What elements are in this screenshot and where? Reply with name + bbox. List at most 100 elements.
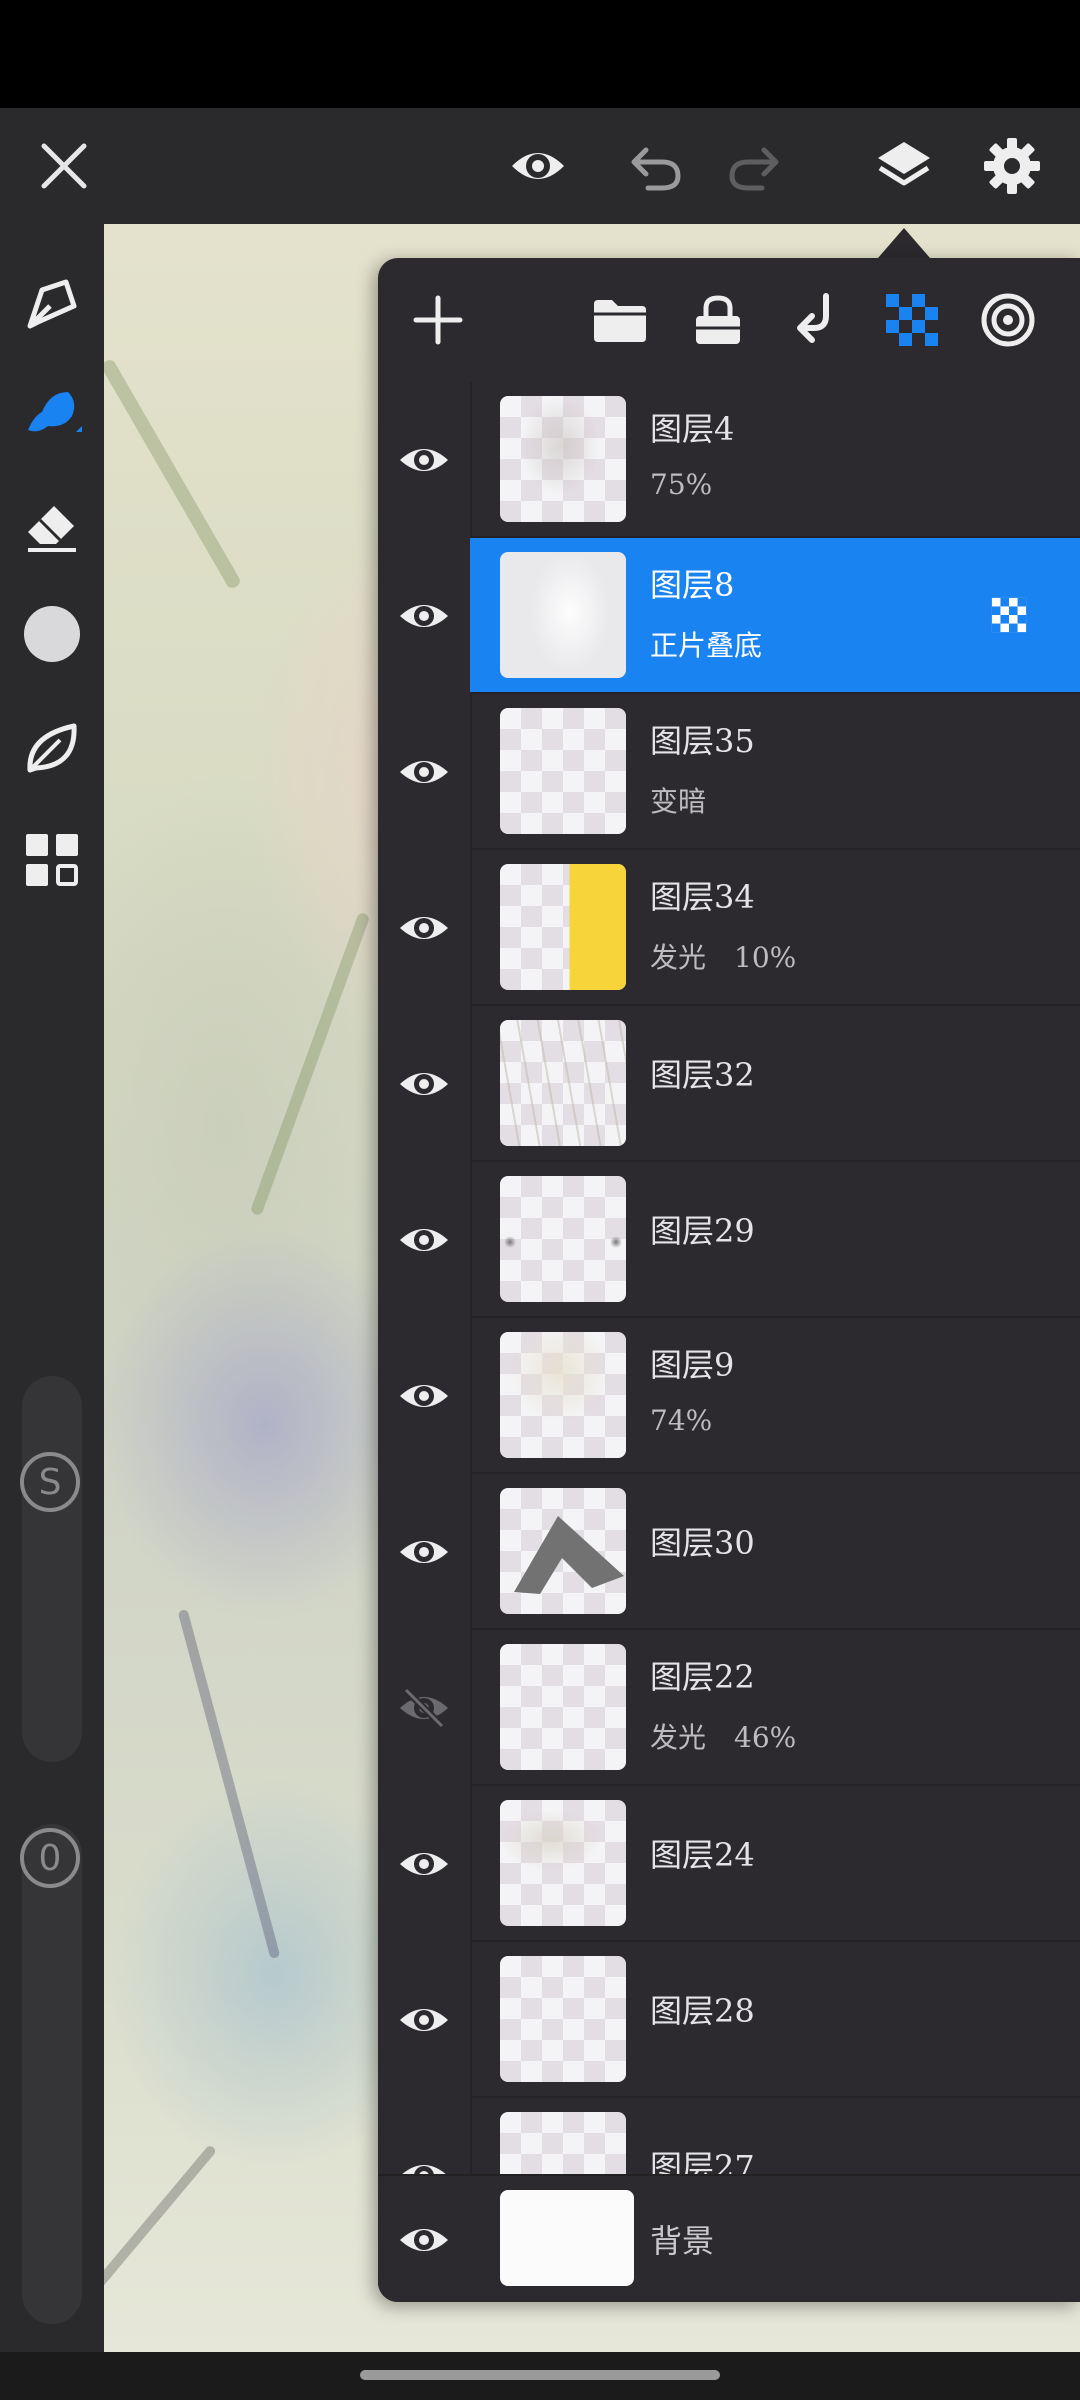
eye-icon bbox=[400, 1073, 448, 1095]
visibility-toggle[interactable] bbox=[378, 1162, 472, 1318]
visibility-toggle[interactable] bbox=[378, 382, 472, 538]
opacity-slider[interactable] bbox=[22, 1824, 82, 2324]
top-toolbar bbox=[0, 108, 1080, 224]
preview-button[interactable] bbox=[500, 128, 576, 204]
liquify-tool-button[interactable] bbox=[14, 710, 90, 786]
layer-body-selected[interactable]: 图层8 正片叠底 bbox=[470, 538, 1080, 694]
layer-name: 图层29 bbox=[650, 1212, 755, 1250]
layer-body[interactable]: 图层32 bbox=[470, 1006, 1080, 1162]
visibility-toggle[interactable] bbox=[378, 694, 472, 850]
smudge-brush-icon bbox=[28, 392, 82, 432]
folder-icon bbox=[594, 300, 646, 342]
visibility-toggle[interactable] bbox=[378, 1318, 472, 1474]
system-nav-bar bbox=[0, 2352, 1080, 2400]
brush-size-knob[interactable]: S bbox=[20, 1452, 80, 1512]
background-layer-row[interactable]: 背景 bbox=[378, 2174, 1080, 2302]
undo-button[interactable] bbox=[618, 128, 694, 204]
brush-tool-button[interactable] bbox=[14, 376, 90, 452]
home-indicator[interactable] bbox=[360, 2370, 720, 2380]
eye-icon bbox=[400, 449, 448, 471]
eye-icon bbox=[400, 1385, 448, 1407]
layer-mask-button[interactable] bbox=[970, 282, 1046, 358]
lock-layer-button[interactable] bbox=[680, 282, 756, 358]
merge-down-button[interactable] bbox=[778, 282, 854, 358]
layer-body[interactable]: 图层4 75% bbox=[470, 382, 1080, 538]
opacity-knob[interactable]: 0 bbox=[20, 1828, 80, 1888]
eye-icon bbox=[400, 2229, 448, 2251]
gear-icon bbox=[984, 138, 1040, 194]
gallery-button[interactable] bbox=[14, 822, 90, 898]
pen-tool-button[interactable] bbox=[14, 266, 90, 342]
layer-row[interactable]: 图层22 发光 46% bbox=[378, 1630, 1080, 1786]
eye-icon bbox=[512, 153, 564, 179]
visibility-toggle[interactable] bbox=[378, 1630, 472, 1786]
layer-body[interactable]: 图层22 发光 46% bbox=[470, 1630, 1080, 1786]
checker-icon bbox=[886, 294, 938, 346]
add-layer-button[interactable] bbox=[400, 282, 476, 358]
visibility-toggle[interactable] bbox=[378, 1942, 472, 2098]
color-button[interactable] bbox=[14, 596, 90, 672]
layer-list[interactable]: 图层4 75% 图层8 正片叠底 图层35 变暗 图层34 发光 10% 图层3… bbox=[378, 382, 1080, 2174]
checker-icon bbox=[991, 597, 1027, 633]
visibility-toggle[interactable] bbox=[378, 2098, 472, 2174]
visibility-toggle[interactable] bbox=[378, 850, 472, 1006]
layer-row[interactable]: 图层34 发光 10% bbox=[378, 850, 1080, 1006]
layer-row[interactable]: 图层9 74% bbox=[378, 1318, 1080, 1474]
layer-row[interactable]: 图层8 正片叠底 bbox=[378, 538, 1080, 694]
layer-body[interactable]: 图层27 bbox=[470, 2098, 1080, 2174]
layer-body[interactable]: 图层30 bbox=[470, 1474, 1080, 1630]
lock-icon bbox=[696, 295, 740, 344]
eraser-tool-button[interactable] bbox=[14, 486, 90, 562]
layer-row[interactable]: 图层27 bbox=[378, 2098, 1080, 2174]
layer-blend-info: 74% bbox=[650, 1404, 713, 1437]
layer-name: 图层8 bbox=[650, 566, 735, 604]
eye-icon bbox=[400, 1229, 448, 1251]
layer-row[interactable]: 图层30 bbox=[378, 1474, 1080, 1630]
layer-row[interactable]: 图层24 bbox=[378, 1786, 1080, 1942]
close-icon bbox=[41, 143, 87, 189]
background-color-swatch[interactable] bbox=[500, 2190, 634, 2286]
layer-name: 图层9 bbox=[650, 1346, 735, 1384]
eye-icon bbox=[400, 917, 448, 939]
eye-icon bbox=[400, 1541, 448, 1563]
layers-panel-toolbar bbox=[378, 258, 1080, 382]
layer-name: 图层34 bbox=[650, 878, 755, 916]
visibility-toggle[interactable] bbox=[378, 2176, 470, 2302]
redo-button[interactable] bbox=[716, 128, 792, 204]
visibility-toggle[interactable] bbox=[378, 1786, 472, 1942]
layers-icon bbox=[878, 142, 930, 186]
new-folder-button[interactable] bbox=[582, 282, 658, 358]
color-circle-icon bbox=[24, 606, 80, 662]
layer-body[interactable]: 图层35 变暗 bbox=[470, 694, 1080, 850]
eye-icon bbox=[400, 1853, 448, 1875]
layer-thumbnail bbox=[500, 1956, 626, 2082]
merge-down-icon bbox=[797, 293, 829, 343]
close-button[interactable] bbox=[26, 128, 102, 204]
brush-size-slider[interactable] bbox=[22, 1376, 82, 1762]
visibility-toggle[interactable] bbox=[378, 1006, 472, 1162]
layer-body[interactable]: 图层24 bbox=[470, 1786, 1080, 1942]
layers-panel: 图层4 75% 图层8 正片叠底 图层35 变暗 图层34 发光 10% 图层3… bbox=[378, 258, 1080, 2302]
layer-thumbnail bbox=[500, 1644, 626, 1770]
layer-body[interactable]: 图层28 bbox=[470, 1942, 1080, 2098]
layer-body[interactable]: 图层9 74% bbox=[470, 1318, 1080, 1474]
eye-icon bbox=[402, 2165, 446, 2174]
layer-row[interactable]: 图层28 bbox=[378, 1942, 1080, 2098]
layer-thumbnail bbox=[500, 2112, 626, 2174]
layer-row[interactable]: 图层4 75% bbox=[378, 382, 1080, 538]
layer-row[interactable]: 图层29 bbox=[378, 1162, 1080, 1318]
visibility-toggle[interactable] bbox=[378, 1474, 472, 1630]
layer-thumbnail bbox=[500, 396, 626, 522]
visibility-toggle[interactable] bbox=[378, 538, 472, 694]
layer-body[interactable]: 图层29 bbox=[470, 1162, 1080, 1318]
eye-hidden-icon bbox=[400, 1687, 448, 1729]
settings-button[interactable] bbox=[974, 128, 1050, 204]
layer-name: 图层22 bbox=[650, 1658, 755, 1696]
layer-thumbnail bbox=[500, 1020, 626, 1146]
layer-row[interactable]: 图层32 bbox=[378, 1006, 1080, 1162]
layer-row[interactable]: 图层35 变暗 bbox=[378, 694, 1080, 850]
alpha-lock-button[interactable] bbox=[874, 282, 950, 358]
layer-body[interactable]: 图层34 发光 10% bbox=[470, 850, 1080, 1006]
layer-name: 图层28 bbox=[650, 1992, 755, 2030]
layers-button[interactable] bbox=[866, 128, 942, 204]
